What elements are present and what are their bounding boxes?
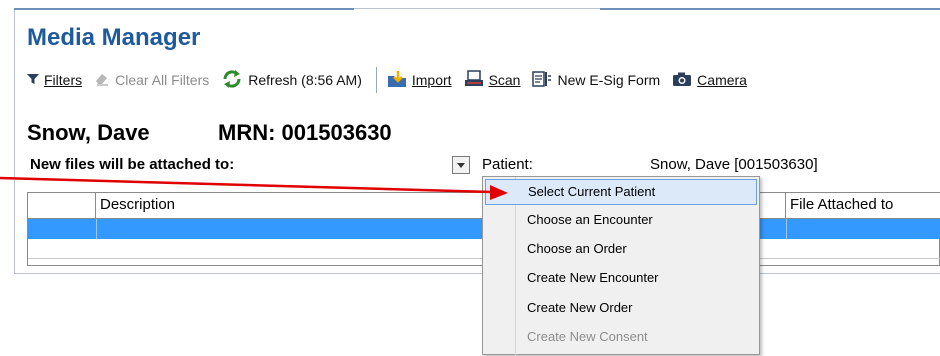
annotation-arrow-head (490, 185, 508, 200)
annotation-arrow (0, 176, 508, 200)
annotation-arrow-line (0, 176, 493, 194)
